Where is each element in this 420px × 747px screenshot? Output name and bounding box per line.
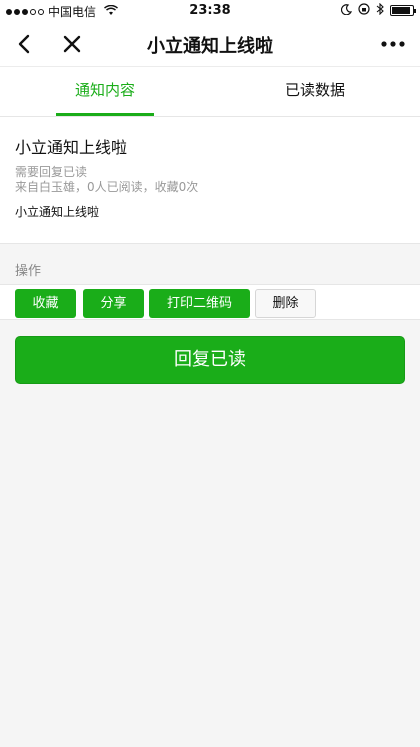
status-bar: 中国电信 23:38 bbox=[0, 0, 420, 22]
actions-section-label: 操作 bbox=[15, 264, 42, 279]
notice-requirement: 需要回复已读 bbox=[15, 165, 88, 179]
notice-card: 小立通知上线啦 需要回复已读 来自白玉雄，0人已阅读，收藏0次 小立通知上线啦 bbox=[0, 116, 420, 244]
tab-read-data[interactable]: 已读数据 bbox=[210, 67, 420, 117]
tab-notice-content[interactable]: 通知内容 bbox=[0, 67, 210, 117]
more-icon[interactable] bbox=[378, 30, 408, 58]
delete-button[interactable]: 删除 bbox=[255, 289, 316, 318]
favorite-button[interactable]: 收藏 bbox=[15, 289, 76, 318]
status-right bbox=[340, 2, 416, 18]
print-qrcode-button[interactable]: 打印二维码 bbox=[149, 289, 250, 318]
notice-body: 小立通知上线啦 bbox=[15, 205, 100, 219]
notice-title: 小立通知上线啦 bbox=[15, 138, 128, 157]
nav-bar: 小立通知上线啦 bbox=[0, 22, 420, 66]
page-title: 小立通知上线啦 bbox=[147, 36, 273, 57]
reply-read-button[interactable]: 回复已读 bbox=[15, 336, 405, 384]
actions-bar: 收藏 分享 打印二维码 删除 bbox=[0, 284, 420, 320]
tab-bar: 通知内容 已读数据 bbox=[0, 66, 420, 116]
battery-level bbox=[392, 7, 410, 14]
notice-source: 来自白玉雄，0人已阅读，收藏0次 bbox=[15, 180, 199, 194]
lock-rotation-icon bbox=[358, 3, 370, 18]
battery-icon bbox=[390, 5, 416, 16]
bluetooth-icon bbox=[376, 2, 384, 18]
notice-meta: 需要回复已读 来自白玉雄，0人已阅读，收藏0次 bbox=[15, 165, 198, 195]
share-button[interactable]: 分享 bbox=[83, 289, 144, 318]
moon-icon bbox=[340, 3, 353, 18]
